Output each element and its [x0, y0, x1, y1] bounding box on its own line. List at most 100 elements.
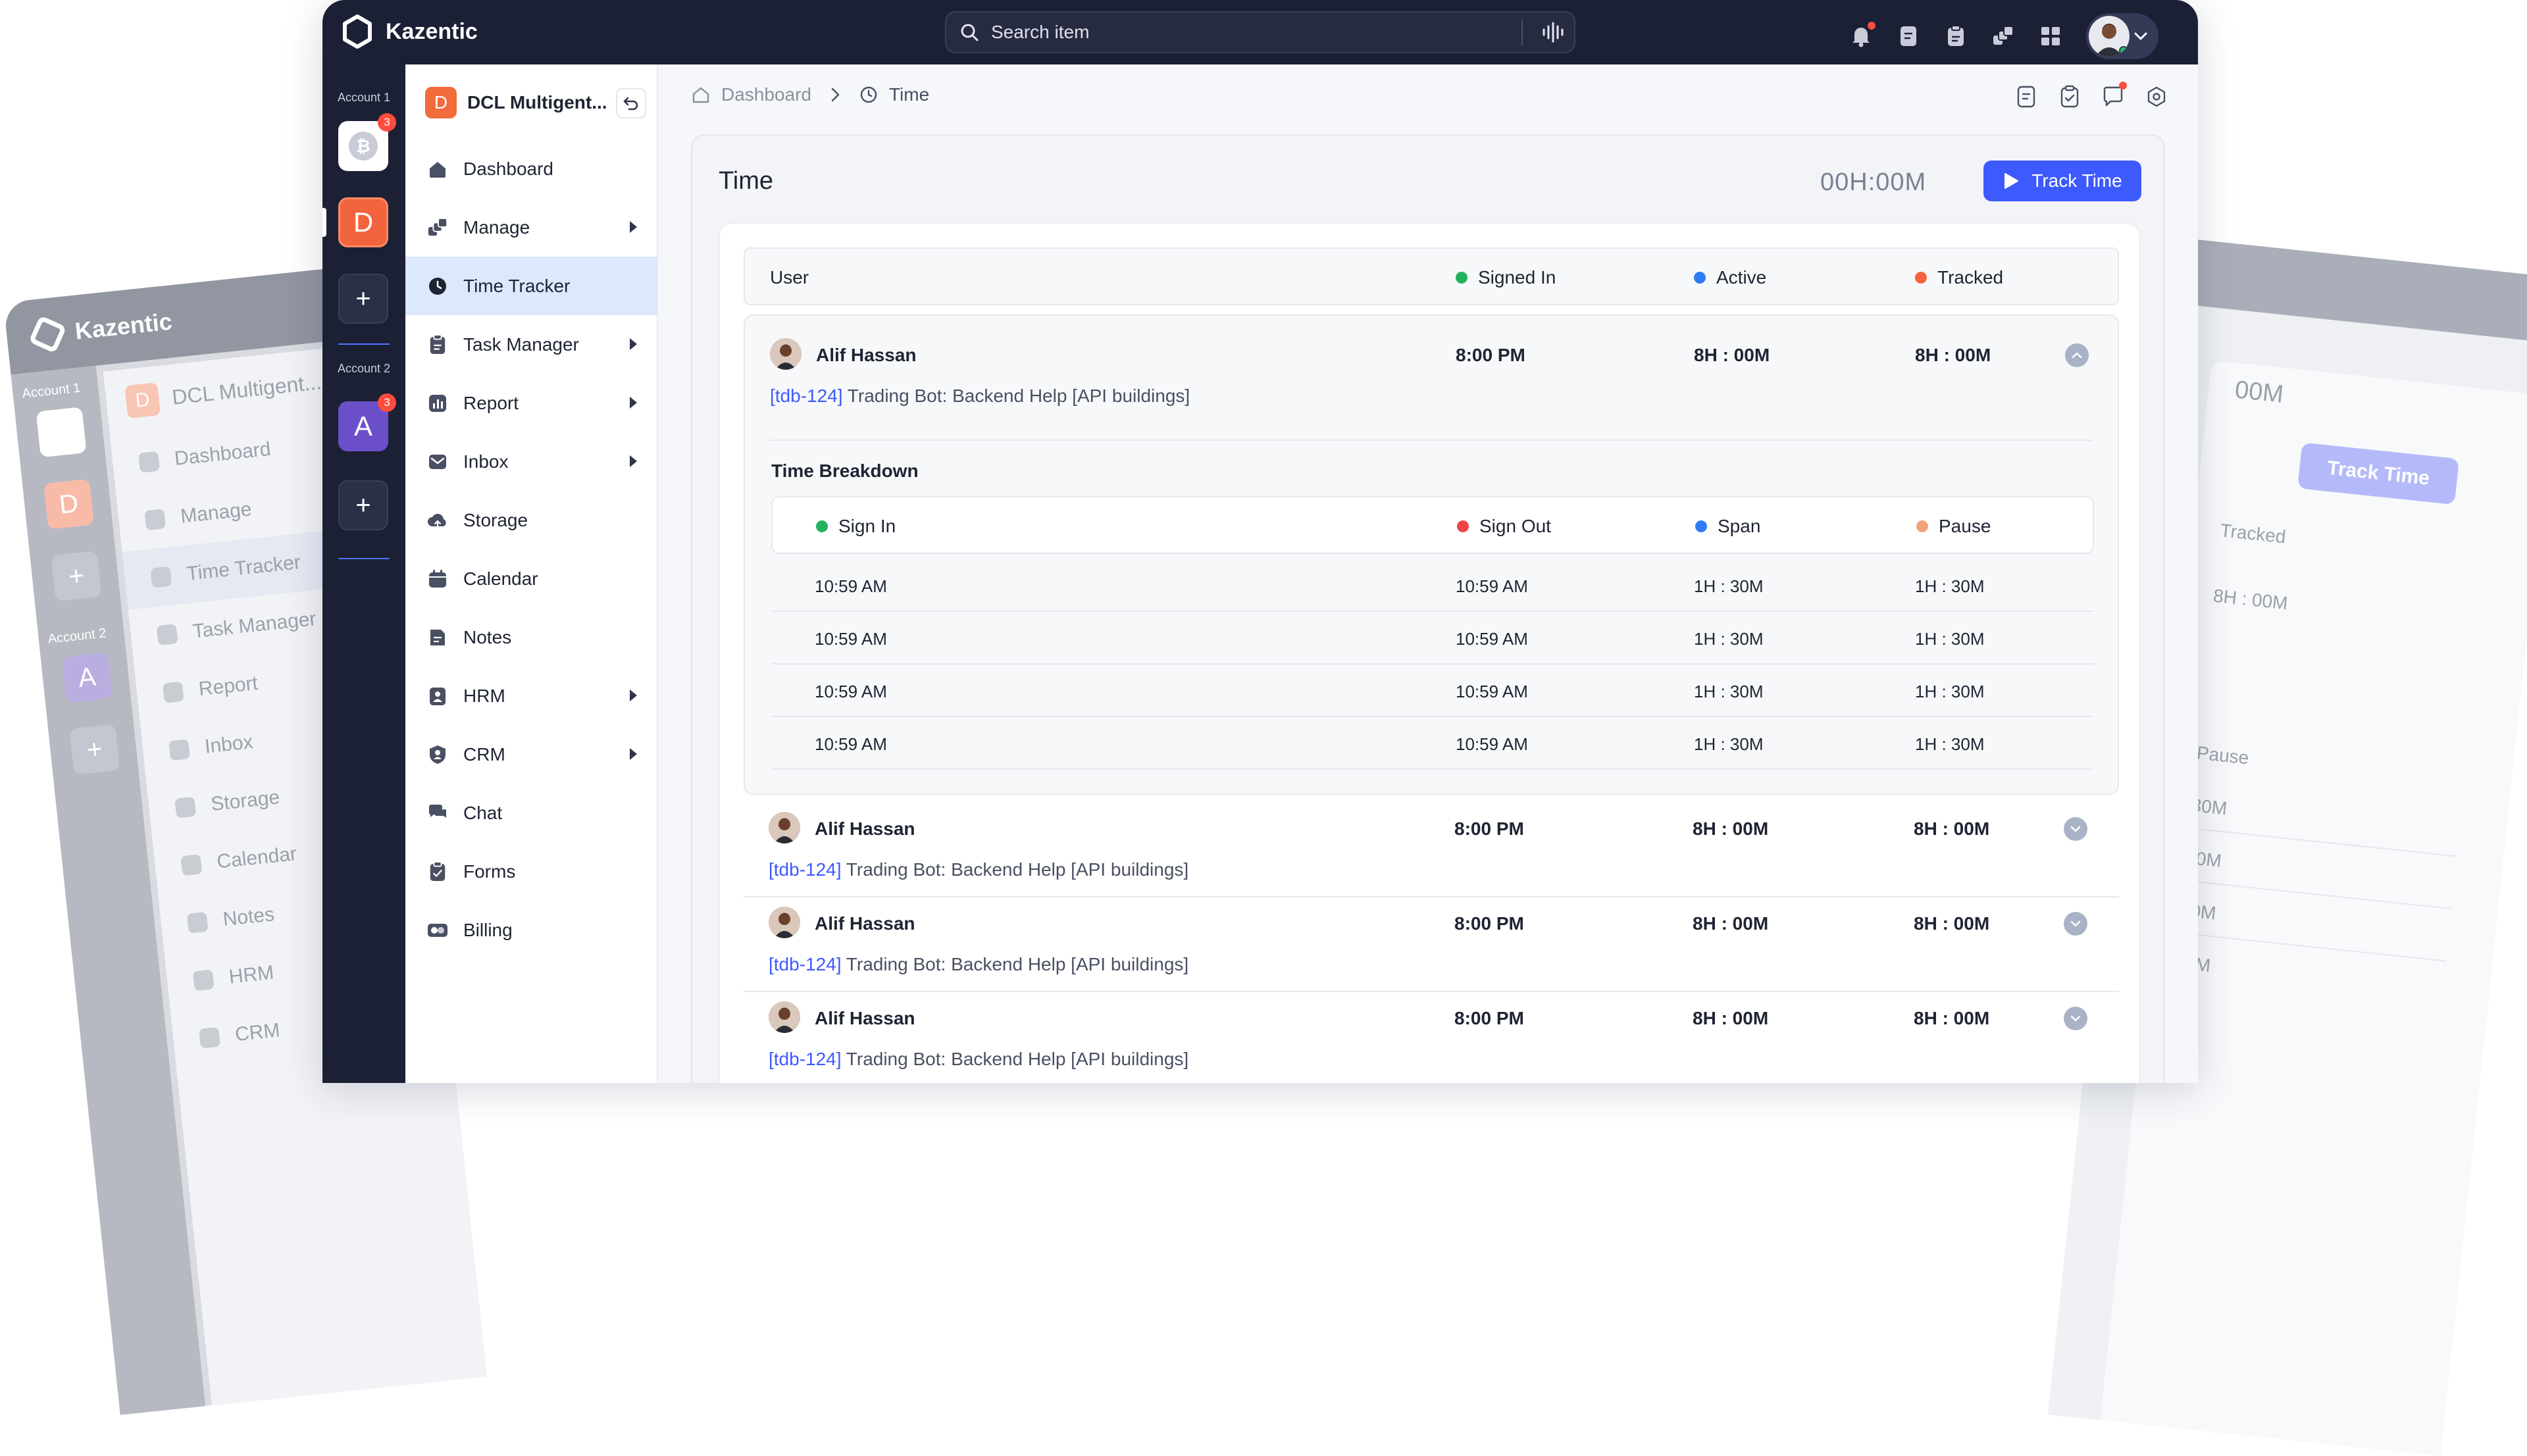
- task-description[interactable]: [tdb-124] Trading Bot: Backend Help [API…: [769, 1049, 1188, 1070]
- sidebar-item-crm[interactable]: CRM: [405, 725, 657, 784]
- expand-button[interactable]: [2064, 1007, 2087, 1030]
- chevron-right-icon: [831, 88, 840, 102]
- active-value: 8H : 00M: [1693, 913, 1769, 934]
- chat-icon: [426, 802, 449, 824]
- document-icon[interactable]: [2014, 84, 2039, 109]
- tracked-value: 8H : 00M: [1915, 345, 1991, 365]
- breakdown-header: Sign In Sign Out Span Pause: [771, 496, 2094, 554]
- apps-grid-icon[interactable]: [2039, 24, 2062, 48]
- svg-text:₿: ₿: [356, 137, 370, 157]
- sidebar-item-calendar[interactable]: Calendar: [405, 549, 657, 608]
- header-user: User: [770, 267, 809, 288]
- shield-icon: [426, 743, 449, 766]
- avatar: [2089, 16, 2130, 57]
- tracked-value: 8H : 00M: [1914, 818, 1990, 839]
- expand-button[interactable]: [2064, 912, 2087, 936]
- brand[interactable]: Kazentic: [342, 14, 478, 49]
- track-time-label: Track Time: [2031, 170, 2122, 191]
- manage-icon: [426, 216, 449, 239]
- expand-button[interactable]: [2064, 817, 2087, 841]
- table-row-expanded[interactable]: Alif Hassan 8:00 PM 8H : 00M 8H : 00M [t…: [744, 314, 2119, 795]
- expand-arrow-icon: [630, 748, 637, 760]
- task-description[interactable]: [tdb-124] Trading Bot: Backend Help [API…: [769, 954, 1188, 975]
- bitcoin-icon: ₿: [349, 132, 378, 161]
- page-actions: [2014, 82, 2169, 109]
- sidebar-item-forms[interactable]: Forms: [405, 842, 657, 901]
- track-time-button[interactable]: Track Time: [1983, 161, 2141, 201]
- profile-menu[interactable]: [2086, 13, 2158, 59]
- task-description[interactable]: [tdb-124] Trading Bot: Backend Help [API…: [769, 859, 1188, 880]
- cloud-icon: [426, 509, 449, 532]
- breakdown-row: 10:59 AM 10:59 AM 1H : 30M 1H : 30M: [771, 717, 2094, 770]
- play-icon: [2004, 173, 2019, 189]
- ghost-logo-icon: [28, 315, 67, 354]
- signed-in-value: 8:00 PM: [1454, 1008, 1524, 1028]
- top-actions: [1849, 13, 2158, 59]
- online-status-dot: [2119, 46, 2128, 55]
- undo-icon: [623, 97, 638, 111]
- user-name: Alif Hassan: [816, 345, 917, 365]
- collapse-button[interactable]: [2065, 343, 2089, 367]
- ghost-right-timer: 00M: [2233, 376, 2285, 409]
- voice-search-icon[interactable]: [1535, 21, 1574, 43]
- sidebar-item-notes[interactable]: Notes: [405, 608, 657, 666]
- breadcrumb: Dashboard Time: [691, 84, 929, 105]
- add-workspace-button[interactable]: +: [338, 480, 388, 530]
- sidebar-item-hrm[interactable]: HRM: [405, 666, 657, 725]
- pause-dot: [1916, 520, 1928, 532]
- notification-bell-icon[interactable]: [1849, 22, 1876, 48]
- active-dot: [1694, 272, 1706, 284]
- add-workspace-button[interactable]: +: [338, 274, 388, 324]
- sidebar-item-storage[interactable]: Storage: [405, 491, 657, 549]
- breakdown-row: 10:59 AM 10:59 AM 1H : 30M 1H : 30M: [771, 612, 2094, 665]
- integrations-icon[interactable]: [1991, 24, 2015, 48]
- signed-in-dot: [1456, 272, 1468, 284]
- message-icon[interactable]: [2101, 82, 2127, 109]
- expand-arrow-icon: [630, 690, 637, 701]
- ghost-account-tile: D: [43, 478, 95, 530]
- breadcrumb-dashboard[interactable]: Dashboard: [721, 84, 811, 105]
- sidebar-item-time-tracker[interactable]: Time Tracker: [405, 257, 657, 315]
- form-icon: [426, 861, 449, 883]
- search-input[interactable]: Search item: [991, 22, 1510, 43]
- sidebar-item-task-manager[interactable]: Task Manager: [405, 315, 657, 374]
- account-1-tile[interactable]: ₿ 3: [338, 113, 396, 171]
- user-name: Alif Hassan: [815, 913, 915, 934]
- sign-out-dot: [1457, 520, 1469, 532]
- sidebar-item-label: Dashboard: [463, 158, 553, 179]
- clipboard-icon[interactable]: [1944, 24, 1968, 48]
- ghost-workspace-icon: D: [124, 382, 161, 419]
- workspace-switcher[interactable]: D DCL Multigent...: [425, 87, 607, 118]
- header-sign-in: Sign In: [816, 516, 896, 537]
- account-2-tile[interactable]: A 3: [338, 393, 396, 451]
- sidebar-item-billing[interactable]: Billing: [405, 901, 657, 959]
- ghost-right-topbar: [2164, 237, 2527, 344]
- note-icon: [426, 626, 449, 649]
- message-dot: [2119, 82, 2127, 89]
- search-bar[interactable]: Search item: [945, 11, 1575, 53]
- back-button[interactable]: [616, 88, 646, 118]
- task-description[interactable]: [tdb-124] Trading Bot: Backend Help [API…: [770, 386, 1190, 407]
- page-title: Time: [719, 167, 774, 195]
- ghost-account-tile: [36, 407, 87, 458]
- account-letter: A: [353, 411, 372, 441]
- sidebar-item-label: Report: [463, 392, 519, 413]
- workspace-d-tile[interactable]: D: [338, 197, 388, 247]
- sidebar-item-chat[interactable]: Chat: [405, 784, 657, 842]
- divider: [744, 896, 2119, 897]
- tracked-value: 8H : 00M: [1914, 1008, 1990, 1028]
- sidebar-item-label: Chat: [463, 802, 503, 823]
- document-icon[interactable]: [1897, 24, 1920, 48]
- settings-icon[interactable]: [2144, 84, 2169, 109]
- sidebar-item-dashboard[interactable]: Dashboard: [405, 139, 657, 198]
- sidebar-item-inbox[interactable]: Inbox: [405, 432, 657, 491]
- time-card: Time 00H:00M Track Time User Signed In A…: [691, 134, 2165, 1083]
- sidebar-item-report[interactable]: Report: [405, 374, 657, 432]
- top-bar: Kazentic Search item: [322, 0, 2198, 64]
- header-sign-out: Sign Out: [1457, 516, 1551, 537]
- sidebar-item-manage[interactable]: Manage: [405, 198, 657, 257]
- mail-icon: [426, 451, 449, 473]
- sidebar-item-label: Manage: [463, 216, 530, 238]
- breakdown-row: 10:59 AM 10:59 AM 1H : 30M 1H : 30M: [771, 665, 2094, 717]
- task-check-icon[interactable]: [2057, 84, 2082, 109]
